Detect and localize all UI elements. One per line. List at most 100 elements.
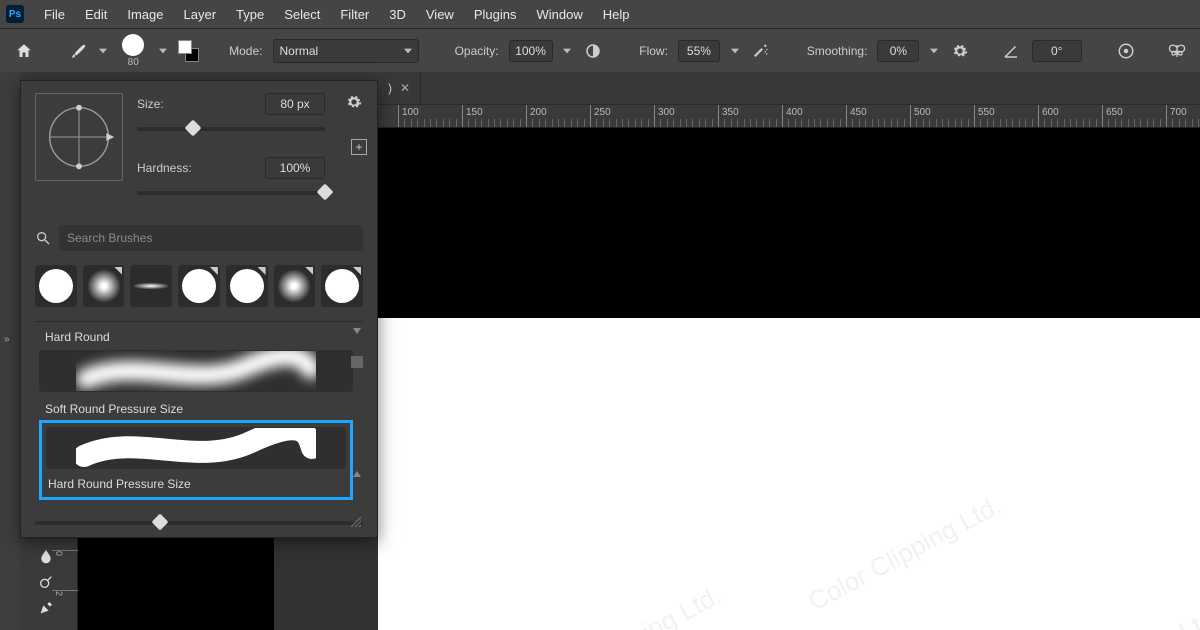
slider-thumb-icon[interactable] <box>317 184 334 201</box>
menu-select[interactable]: Select <box>274 1 330 28</box>
brush-panel-options-button[interactable] <box>345 93 363 111</box>
scroll-up-icon[interactable] <box>353 328 361 340</box>
ruler-tick-label: 2 <box>54 591 64 596</box>
airbrush-toggle[interactable] <box>750 40 771 62</box>
vertical-ruler: 0 2 <box>52 538 78 630</box>
pressure-badge-icon <box>305 267 313 275</box>
recent-brush-thumb-row <box>35 265 363 307</box>
home-icon <box>15 42 33 60</box>
ruler-tick-label: 400 <box>786 107 803 118</box>
brush-tool-icon[interactable] <box>69 41 88 61</box>
watermark-text: Color Clipping Ltd. <box>1023 600 1200 630</box>
pressure-badge-icon <box>210 267 218 275</box>
ruler-tick-label: 350 <box>722 107 739 118</box>
menu-plugins[interactable]: Plugins <box>464 1 527 28</box>
smoothing-chevron[interactable] <box>929 46 939 56</box>
brush-preset-picker[interactable]: 80 <box>122 34 144 68</box>
size-slider[interactable] <box>137 127 325 131</box>
blend-mode-select[interactable]: Normal <box>273 39 419 63</box>
ruler-tick-label: 450 <box>850 107 867 118</box>
brush-stroke-preview[interactable] <box>39 350 353 392</box>
menu-file[interactable]: File <box>34 1 75 28</box>
brush-tip-preview[interactable] <box>35 93 123 181</box>
symmetry-toggle[interactable] <box>1167 40 1188 62</box>
chevron-down-icon <box>404 47 412 55</box>
smoothing-field[interactable]: 0% <box>877 40 919 62</box>
brush-list[interactable]: Hard Round Soft Round Pressure Size Hard… <box>35 321 363 509</box>
brush-thumb[interactable] <box>321 265 363 307</box>
brush-thumb[interactable] <box>178 265 220 307</box>
opacity-chevron[interactable] <box>563 46 573 56</box>
expand-tools-icon[interactable]: » <box>4 334 10 345</box>
flow-label: Flow: <box>639 44 668 58</box>
ruler-tick-label: 550 <box>978 107 995 118</box>
brush-name: Hard Round Pressure Size <box>46 473 346 495</box>
home-button[interactable] <box>12 39 35 63</box>
pen-pressure-opacity-icon <box>584 42 602 60</box>
brush-name: Soft Round Pressure Size <box>39 398 353 420</box>
resize-grip-icon[interactable] <box>349 515 361 527</box>
brush-angle-field[interactable]: 0° <box>1032 40 1082 62</box>
options-bar: 80 Mode: Normal Opacity: 100% Flow: 55% … <box>0 28 1200 72</box>
hardness-value: 100% <box>280 161 311 175</box>
butterfly-icon <box>1167 42 1187 60</box>
brush-thumb[interactable] <box>130 265 172 307</box>
brush-thumb[interactable] <box>35 265 77 307</box>
watermark-text: Color Clipping Ltd. <box>523 580 726 630</box>
opacity-label: Opacity: <box>455 44 499 58</box>
brush-preset-popover: Size: 80 px Hardness: 100% + <box>20 80 378 538</box>
thumbnail-size-slider[interactable] <box>35 521 363 525</box>
menu-filter[interactable]: Filter <box>330 1 379 28</box>
smoothing-options-button[interactable] <box>949 40 970 62</box>
canvas[interactable]: Color Clipping Ltd. Color Clipping Ltd. … <box>378 318 1200 630</box>
slider-thumb-icon[interactable] <box>185 120 202 137</box>
flow-chevron[interactable] <box>730 46 740 56</box>
brush-thumb[interactable] <box>83 265 125 307</box>
plus-icon: + <box>355 140 362 154</box>
search-brushes-input[interactable] <box>59 225 363 251</box>
menu-image[interactable]: Image <box>117 1 173 28</box>
close-icon[interactable]: ✕ <box>400 81 410 95</box>
horizontal-ruler: 100150200250300350400450500550600650700 <box>378 104 1200 128</box>
opacity-field[interactable]: 100% <box>509 40 553 62</box>
menu-edit[interactable]: Edit <box>75 1 117 28</box>
menu-view[interactable]: View <box>416 1 464 28</box>
document-tab[interactable]: ) ✕ <box>378 72 421 104</box>
foreground-background-swatch[interactable] <box>178 40 199 62</box>
opacity-pressure-toggle[interactable] <box>582 40 603 62</box>
size-label: Size: <box>137 97 164 111</box>
hardness-slider[interactable] <box>137 191 325 195</box>
brush-stroke-preview[interactable] <box>46 427 346 469</box>
menu-help[interactable]: Help <box>593 1 640 28</box>
add-brush-button[interactable]: + <box>351 139 367 155</box>
brush-thumb[interactable] <box>274 265 316 307</box>
menu-window[interactable]: Window <box>526 1 592 28</box>
gear-icon <box>346 94 362 110</box>
brush-tool-chevron[interactable] <box>99 46 109 56</box>
size-field[interactable]: 80 px <box>265 93 325 115</box>
brush-preset-chevron[interactable] <box>158 46 168 56</box>
ruler-tick-label: 500 <box>914 107 931 118</box>
foreground-color-icon <box>178 40 192 54</box>
hardness-field[interactable]: 100% <box>265 157 325 179</box>
menu-layer[interactable]: Layer <box>174 1 227 28</box>
ruler-tick-label: 150 <box>466 107 483 118</box>
flow-field[interactable]: 55% <box>678 40 720 62</box>
size-value: 80 px <box>280 97 309 111</box>
scroll-down-icon[interactable] <box>353 465 361 477</box>
menu-3d[interactable]: 3D <box>379 1 416 28</box>
ruler-tick-label: 200 <box>530 107 547 118</box>
pen-pressure-size-icon <box>1117 42 1135 60</box>
search-icon <box>35 230 51 246</box>
slider-thumb-icon[interactable] <box>151 514 168 531</box>
brush-list-item-selected[interactable]: Hard Round Pressure Size <box>39 420 353 500</box>
brush-thumb[interactable] <box>226 265 268 307</box>
canvas-pasteboard-lower[interactable] <box>78 538 274 630</box>
view-mode-toggle[interactable] <box>351 356 363 368</box>
size-pressure-toggle[interactable] <box>1115 40 1136 62</box>
ruler-tick-label: 250 <box>594 107 611 118</box>
pressure-badge-icon <box>258 267 266 275</box>
menu-type[interactable]: Type <box>226 1 274 28</box>
brush-size-readout: 80 <box>128 57 139 68</box>
canvas-pasteboard[interactable] <box>378 128 1200 318</box>
